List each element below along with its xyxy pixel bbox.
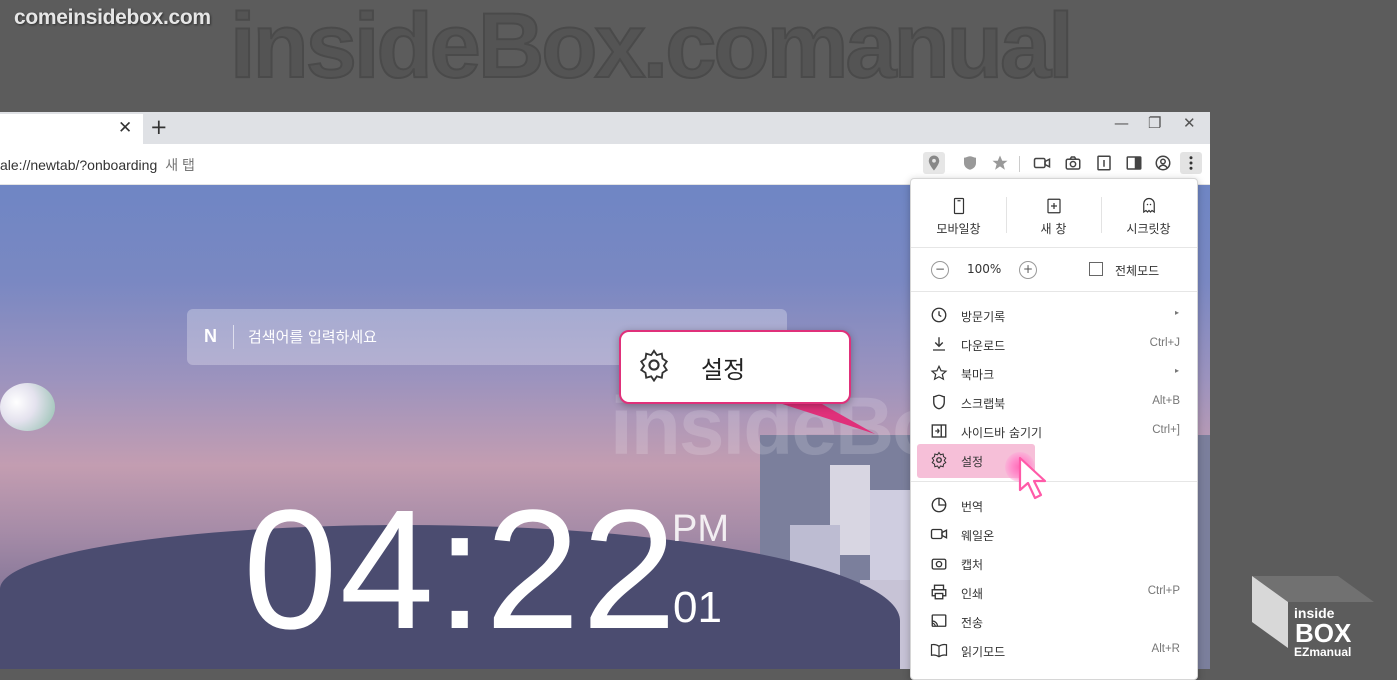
menu-item-whale-on[interactable]: 웨일온 (911, 520, 1197, 548)
translate-icon (930, 496, 948, 514)
mouse-cursor-icon (1018, 456, 1047, 500)
settings-gear-icon (637, 348, 671, 383)
browser-main-menu: 모바일창 새 창 시크릿창 − 100% + 전체모드 방문기록 ▸ 다운로드 … (910, 178, 1198, 680)
print-icon (930, 583, 948, 601)
menu-secret-window-label: 시크릿창 (1126, 222, 1171, 236)
menu-item-label: 전송 (961, 616, 984, 630)
menu-item-shortcut: Ctrl+J (1149, 337, 1180, 349)
insidebox-logo-text: inside BOX EZmanual (1294, 606, 1351, 658)
menu-item-label: 사이드바 숨기기 (961, 426, 1043, 440)
capture-icon (930, 554, 948, 572)
mobile-window-icon (953, 197, 964, 215)
site-label: comeinsidebox.com (14, 6, 211, 29)
callout-tail (770, 400, 875, 434)
logo-line3: EZmanual (1294, 645, 1352, 659)
menu-item-cast[interactable]: 전송 (911, 607, 1197, 635)
bookmark-star-icon (930, 364, 948, 382)
logo-line2: BOX (1295, 618, 1352, 648)
menu-mobile-window[interactable]: 모바일창 (911, 197, 1006, 237)
menu-item-print[interactable]: 인쇄 Ctrl+P (911, 578, 1197, 606)
submenu-arrow-icon: ▸ (1174, 366, 1179, 375)
new-tab-button[interactable]: + (150, 115, 168, 139)
toolbar-separator (1019, 156, 1020, 172)
callout-label: 설정 (701, 356, 746, 384)
menu-secret-window[interactable]: 시크릿창 (1101, 197, 1196, 237)
menu-item-shortcut: Alt+B (1152, 395, 1180, 407)
menu-item-label: 북마크 (961, 368, 995, 382)
menu-item-download[interactable]: 다운로드 Ctrl+J (911, 330, 1197, 358)
page-title: 새 탭 (165, 157, 195, 173)
url-field[interactable]: ale://newtab/?onboarding 새 탭 (0, 155, 195, 175)
menu-item-label: 웨일온 (961, 529, 995, 543)
secret-window-icon (1142, 197, 1155, 214)
history-icon (930, 306, 948, 324)
balloon-image (0, 383, 55, 431)
search-placeholder: 검색어를 입력하세요 (248, 328, 377, 346)
camera-record-icon[interactable] (1031, 152, 1053, 174)
menu-item-label: 설정 (961, 455, 984, 469)
restore-button[interactable]: ❐ (1148, 114, 1161, 132)
background-watermark: insideBox.comanual (229, 0, 1075, 98)
sidebar-hide-icon (930, 422, 948, 440)
menu-item-capture[interactable]: 캡처 (911, 549, 1197, 577)
menu-divider (911, 247, 1197, 248)
star-icon[interactable] (989, 152, 1011, 174)
tab-close-icon[interactable]: ✕ (118, 118, 132, 138)
download-icon (930, 335, 948, 353)
more-menu-icon[interactable] (1180, 152, 1202, 174)
reading-mode-icon (930, 641, 948, 659)
menu-new-window-label: 새 창 (1040, 222, 1067, 236)
menu-item-reading-mode[interactable]: 읽기모드 Alt+R (911, 636, 1197, 664)
menu-item-label: 방문기록 (961, 310, 1006, 324)
cast-icon (930, 612, 948, 630)
new-window-icon (1046, 198, 1061, 214)
menu-item-bookmark[interactable]: 북마크 ▸ (911, 359, 1197, 387)
zoom-row: − 100% + 전체모드 (911, 259, 1197, 281)
settings-callout: 설정 (619, 330, 851, 404)
clock-ampm: PM (672, 508, 729, 550)
menu-item-hide-sidebar[interactable]: 사이드바 숨기기 Ctrl+] (911, 417, 1197, 445)
menu-item-label: 다운로드 (961, 339, 1006, 353)
location-pin-icon[interactable] (923, 152, 945, 174)
clock-time: 04:22 (243, 475, 679, 665)
minimize-button[interactable]: — (1114, 114, 1129, 132)
settings-gear-icon (930, 451, 948, 470)
menu-item-label: 번역 (961, 500, 984, 514)
fullscreen-icon[interactable] (1089, 262, 1103, 276)
menu-item-label: 읽기모드 (961, 645, 1006, 659)
menu-item-scrapbook[interactable]: 스크랩북 Alt+B (911, 388, 1197, 416)
menu-item-history[interactable]: 방문기록 ▸ (911, 301, 1197, 329)
menu-item-shortcut: Ctrl+] (1152, 424, 1180, 436)
zoom-in-button[interactable]: + (1019, 261, 1037, 279)
tab-strip: ✕ + — ❐ ✕ (0, 112, 1210, 144)
menu-item-shortcut: Ctrl+P (1147, 585, 1180, 597)
zoom-out-button[interactable]: − (931, 261, 949, 279)
reader-icon[interactable] (1093, 152, 1115, 174)
whale-on-icon (930, 525, 948, 543)
zoom-value: 100% (967, 262, 1002, 276)
shield-icon[interactable] (959, 152, 981, 174)
menu-item-shortcut: Alt+R (1151, 643, 1180, 655)
menu-item-label: 캡처 (961, 558, 984, 572)
menu-divider (911, 291, 1197, 292)
close-window-button[interactable]: ✕ (1183, 114, 1196, 132)
capture-icon[interactable] (1062, 152, 1084, 174)
clock-seconds: 01 (673, 583, 722, 632)
menu-item-label: 스크랩북 (961, 397, 1006, 411)
profile-icon[interactable] (1152, 152, 1174, 174)
fullscreen-label[interactable]: 전체모드 (1115, 262, 1159, 279)
menu-mobile-window-label: 모바일창 (936, 222, 981, 236)
url-text: ale://newtab/?onboarding (0, 157, 158, 173)
submenu-arrow-icon: ▸ (1174, 308, 1179, 317)
sidebar-icon[interactable] (1123, 152, 1145, 174)
scrapbook-icon (930, 393, 948, 411)
menu-item-label: 인쇄 (961, 587, 984, 601)
menu-new-window[interactable]: 새 창 (1006, 197, 1101, 237)
search-separator (233, 325, 234, 349)
naver-logo: N (204, 326, 217, 346)
tab-active[interactable]: ✕ (0, 114, 143, 144)
